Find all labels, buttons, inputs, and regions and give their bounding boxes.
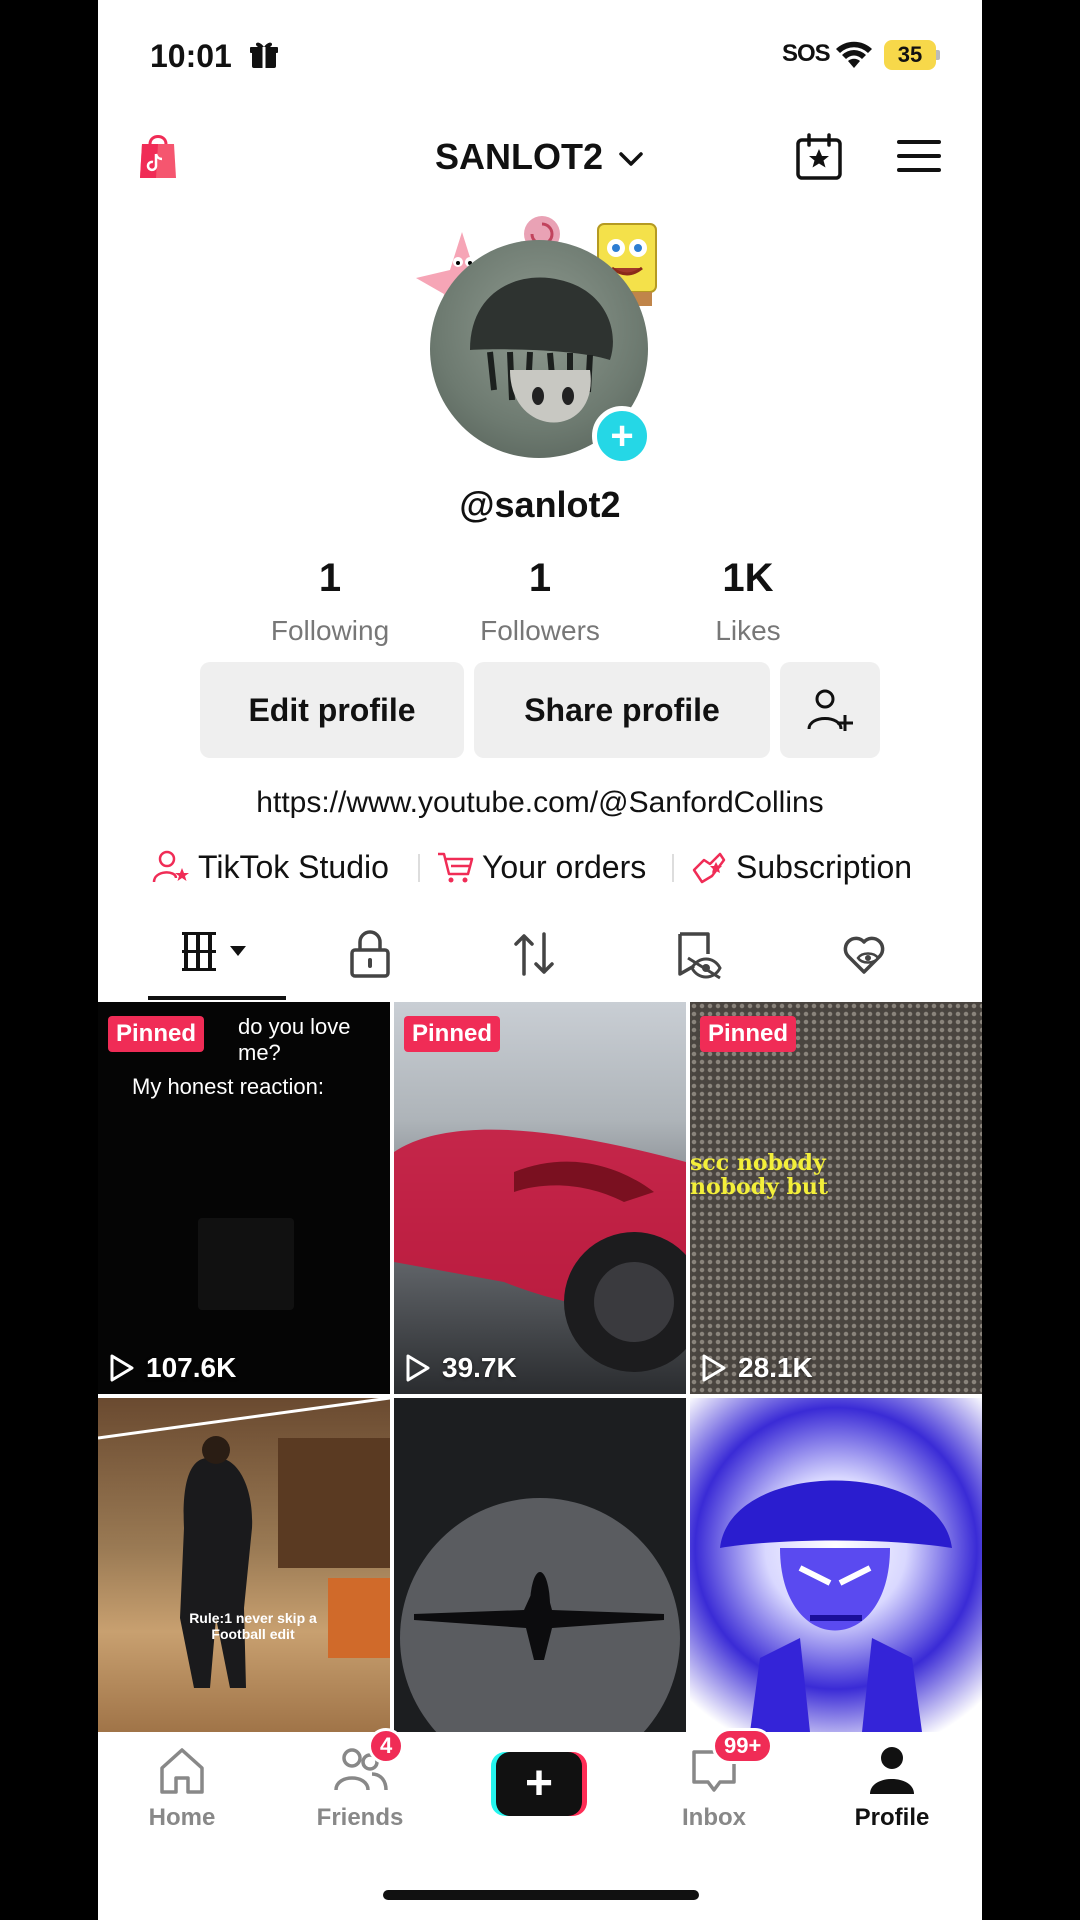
wifi-icon [836, 41, 872, 68]
video-thumbnail[interactable]: Rule:1 never skip a Football edit [98, 1398, 390, 1732]
video-overlay-text: scc nobody [690, 1150, 826, 1176]
video-thumbnail[interactable]: do you love me? My honest reaction: Pinn… [98, 1002, 390, 1394]
stat-likes[interactable]: 1K Likes [668, 556, 828, 647]
subscription-icon [692, 852, 726, 884]
tab-private[interactable] [346, 928, 394, 980]
tab-favorites[interactable] [674, 928, 722, 980]
active-tab-indicator [148, 996, 286, 1000]
video-subcaption: My honest reaction: [132, 1074, 324, 1099]
phone-screen: 10:01 SOS 35 SANLOT2 + @sanlot2 1 Follow… [98, 0, 982, 1920]
tab-videos[interactable] [180, 928, 258, 980]
battery-indicator: 35 [884, 40, 940, 70]
character-image [720, 1480, 952, 1732]
view-count-label: 107.6K [146, 1352, 237, 1383]
hallway-image [98, 1398, 390, 1688]
carrier-label: SOS [782, 40, 831, 67]
car-image [394, 1129, 686, 1372]
bio-link[interactable]: https://www.youtube.com/@SanfordCollins [98, 786, 982, 820]
nav-profile[interactable]: Profile [832, 1742, 952, 1832]
following-label: Following [270, 615, 390, 646]
likes-count: 1K [722, 556, 774, 600]
video-still [198, 1218, 294, 1310]
tab-liked[interactable] [840, 928, 888, 980]
nav-home[interactable]: Home [122, 1742, 242, 1832]
home-indicator [383, 1890, 699, 1900]
plus-icon: + [496, 1752, 582, 1816]
stat-followers[interactable]: 1 Followers [460, 556, 620, 647]
edit-profile-button[interactable]: Edit profile [200, 662, 464, 758]
creator-tools-row: TikTok Studio Your orders Subscription [98, 842, 982, 892]
hidden-icon [678, 932, 722, 980]
studio-icon [152, 850, 189, 883]
view-count: 107.6K [108, 1352, 236, 1384]
inbox-badge: 99+ [712, 1728, 774, 1764]
menu-icon[interactable] [897, 138, 941, 174]
play-icon [406, 1354, 430, 1382]
repost-icon [514, 932, 554, 976]
nav-label: Home [148, 1804, 216, 1831]
view-count: 28.1K [700, 1352, 813, 1384]
status-time: 10:01 [150, 38, 232, 74]
followers-label: Followers [480, 615, 600, 646]
add-story-button[interactable]: + [592, 406, 652, 466]
profile-icon [870, 1747, 914, 1794]
videos-grid-icon [182, 932, 246, 971]
view-count-label: 39.7K [442, 1352, 517, 1383]
lock-icon [350, 930, 390, 978]
video-grid: do you love me? My honest reaction: Pinn… [98, 1002, 982, 1732]
nav-inbox[interactable]: Inbox 99+ [654, 1728, 774, 1832]
play-icon [110, 1354, 134, 1382]
add-friend-button[interactable] [780, 662, 880, 758]
username-label: SANLOT2 [434, 136, 603, 177]
profile-tabs [98, 920, 982, 1002]
followers-count: 1 [528, 556, 552, 600]
subscription-link[interactable]: Subscription [690, 842, 912, 892]
tool-label: TikTok Studio [198, 848, 389, 885]
friends-badge: 4 [368, 1728, 405, 1764]
tiktok-studio-link[interactable]: TikTok Studio [152, 842, 389, 892]
liked-icon [843, 936, 885, 974]
calendar-star-icon[interactable] [794, 132, 844, 182]
video-thumbnail[interactable]: Pinned 39.7K [394, 1002, 686, 1394]
pinned-badge: Pinned [108, 1016, 205, 1052]
profile-handle: @sanlot2 [459, 484, 621, 525]
divider [418, 854, 420, 882]
view-count: 39.7K [404, 1352, 517, 1384]
tool-label: Subscription [736, 848, 913, 885]
likes-label: Likes [715, 615, 781, 646]
airplane-moon-image [400, 1498, 680, 1732]
video-caption: Rule:1 never skip a Football edit [189, 1610, 317, 1642]
cart-icon [438, 852, 474, 883]
video-overlay-text: nobody but [690, 1174, 829, 1200]
nav-label: Friends [316, 1804, 404, 1831]
share-profile-button[interactable]: Share profile [474, 662, 770, 758]
username-switcher[interactable]: SANLOT2 [98, 136, 982, 178]
pinned-badge: Pinned [404, 1016, 501, 1052]
nav-label: Inbox [682, 1804, 746, 1831]
add-user-icon [807, 689, 853, 731]
home-icon [160, 1748, 204, 1794]
create-button[interactable]: + [491, 1752, 587, 1816]
play-icon [702, 1354, 726, 1382]
divider [672, 854, 674, 882]
video-thumbnail[interactable]: scc nobody nobody but Pinned 28.1K [690, 1002, 982, 1394]
view-count-label: 28.1K [738, 1352, 813, 1383]
video-caption: do you love me? [238, 1014, 351, 1065]
gift-icon [250, 42, 278, 68]
video-thumbnail[interactable] [690, 1398, 982, 1732]
following-count: 1 [318, 556, 342, 600]
chevron-down-icon [619, 152, 643, 167]
status-bar: 10:01 SOS 35 [98, 34, 982, 82]
pinned-badge: Pinned [700, 1016, 797, 1052]
tool-label: Your orders [482, 848, 647, 885]
tab-reposts[interactable] [510, 928, 558, 980]
your-orders-link[interactable]: Your orders [436, 842, 646, 892]
nav-label: Profile [854, 1804, 930, 1831]
video-thumbnail[interactable] [394, 1398, 686, 1732]
nav-friends[interactable]: Friends 4 [300, 1728, 420, 1832]
stat-following[interactable]: 1 Following [250, 556, 410, 647]
